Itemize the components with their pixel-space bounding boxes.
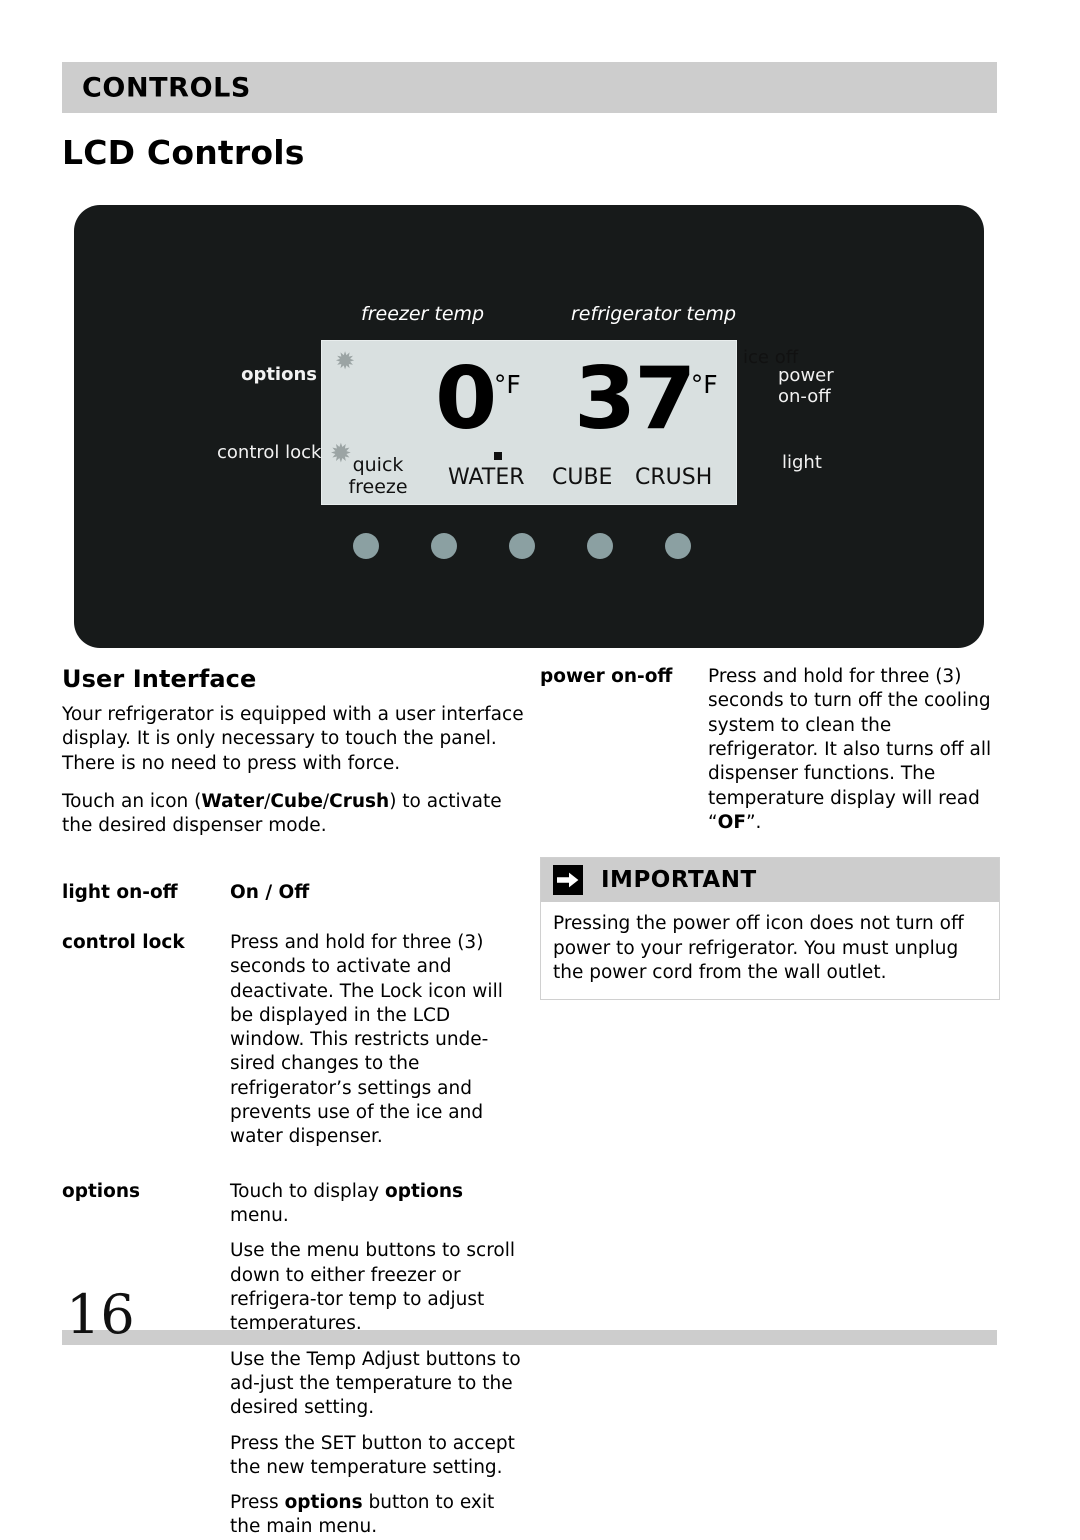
user-interface-heading: User Interface	[62, 665, 257, 693]
desc-options-line-5: Press options button to exit the main me…	[230, 1492, 495, 1538]
term-power-on-off: power on-off	[540, 666, 673, 687]
desc-options: Touch to display options menu. Use the m…	[230, 1180, 524, 1540]
user-interface-paragraph-1: Your refrigerator is equipped with a use…	[62, 704, 524, 774]
definition-options: options Touch to display options menu. U…	[62, 1180, 524, 1540]
dispenser-mode-water[interactable]: WATER	[448, 465, 525, 490]
term-options: options	[62, 1180, 141, 1202]
bold-cube: Cube	[270, 790, 323, 812]
dispenser-mode-row: WATER CUBE CRUSH	[322, 463, 738, 497]
bold-water: Water	[201, 790, 265, 812]
desc-light-on-off-line: On / Off	[230, 881, 310, 903]
panel-control-lock-label[interactable]: control lock	[217, 442, 321, 463]
panel-power-on-off-label[interactable]: power on-off	[778, 365, 834, 407]
panel-light-label[interactable]: light	[782, 452, 822, 473]
desc-options-line-3: Use the Temp Adjust buttons to ad-just t…	[230, 1348, 521, 1419]
term-light-on-off: light on-off	[62, 881, 178, 903]
panel-options-label[interactable]: options	[227, 364, 317, 385]
active-mode-indicator-dot	[494, 452, 502, 460]
definition-control-lock: control lock Press and hold for three (3…	[62, 931, 524, 1150]
freezer-temperature-readout: 0 °F	[435, 349, 521, 449]
section-header-bar: CONTROLS	[62, 62, 997, 113]
touch-button-4[interactable]	[587, 533, 613, 559]
touch-button-5[interactable]	[665, 533, 691, 559]
dispenser-mode-crush[interactable]: CRUSH	[635, 465, 712, 490]
important-callout-body: Pressing the power off icon does not tur…	[553, 913, 964, 983]
paragraph-2-part1: Touch an icon (	[62, 790, 202, 812]
desc-options-line-4: Press the SET button to accept the new t…	[230, 1432, 515, 1478]
desc-options-line-2: Use the menu buttons to scroll down to e…	[230, 1240, 516, 1335]
desc-control-lock-line: Press and hold for three (3) seconds to …	[230, 931, 503, 1148]
right-column: power on-off Press and hold for three (3…	[540, 665, 1000, 1001]
section-title: CONTROLS	[82, 72, 251, 103]
freezer-temperature-value: 0	[435, 349, 497, 449]
refrigerator-temperature-readout: 37 °F	[574, 349, 718, 449]
term-control-lock: control lock	[62, 931, 185, 953]
control-lock-text: control lock	[217, 442, 322, 463]
definition-light-on-off: light on-off On / Off	[62, 881, 524, 905]
desc-power-on-off: Press and hold for three (3) seconds to …	[708, 665, 1000, 835]
bold-options-1: options	[385, 1180, 464, 1202]
snowflake-icon-top: ✹	[335, 347, 356, 375]
refrigerator-temperature-unit: °F	[690, 370, 718, 399]
refrigerator-temp-caption: refrigerator temp	[571, 303, 737, 325]
refrigerator-temperature-value: 37	[574, 349, 696, 449]
touch-button-3[interactable]	[509, 533, 535, 559]
touch-button-1[interactable]	[353, 533, 379, 559]
footer-bar	[62, 1330, 997, 1345]
desc-options-line-1: Touch to display options menu.	[230, 1180, 464, 1226]
freezer-temperature-unit: °F	[493, 370, 521, 399]
dispenser-mode-ice-off[interactable]: ice off	[743, 347, 798, 368]
desc-control-lock: Press and hold for three (3) seconds to …	[230, 931, 524, 1150]
page-title: LCD Controls	[62, 133, 305, 172]
important-callout-header: IMPORTANT	[541, 858, 999, 903]
page-number: 16	[66, 1283, 135, 1346]
bold-options-2: options	[284, 1492, 363, 1514]
touch-button-2[interactable]	[431, 533, 457, 559]
arrow-right-icon	[553, 865, 583, 896]
desc-light-on-off: On / Off	[230, 881, 524, 905]
freezer-temp-caption: freezer temp	[361, 303, 485, 325]
control-panel-illustration: freezer temp refrigerator temp options c…	[74, 205, 984, 648]
lcd-screen: ✹ ✹ quick freeze 0 °F 37 °F WATER CUBE C…	[321, 340, 798, 505]
important-callout-title: IMPORTANT	[601, 867, 757, 894]
bold-of: OF	[717, 811, 746, 833]
desc-power-on-off-line: Press and hold for three (3) seconds to …	[708, 666, 992, 833]
left-column: User Interface Your refrigerator is equi…	[62, 665, 524, 1540]
dispenser-mode-cube[interactable]: CUBE	[552, 465, 612, 490]
touch-button-row	[321, 533, 737, 563]
important-callout: IMPORTANT Pressing the power off icon do…	[540, 857, 1000, 1001]
user-interface-paragraph-2: Touch an icon (Water/Cube/Crush) to acti…	[62, 790, 524, 839]
power-label-line2: on-off	[778, 386, 831, 408]
bold-crush: Crush	[329, 790, 390, 812]
definition-power-on-off: power on-off Press and hold for three (3…	[540, 665, 1000, 835]
power-label-line1: power	[778, 365, 834, 386]
